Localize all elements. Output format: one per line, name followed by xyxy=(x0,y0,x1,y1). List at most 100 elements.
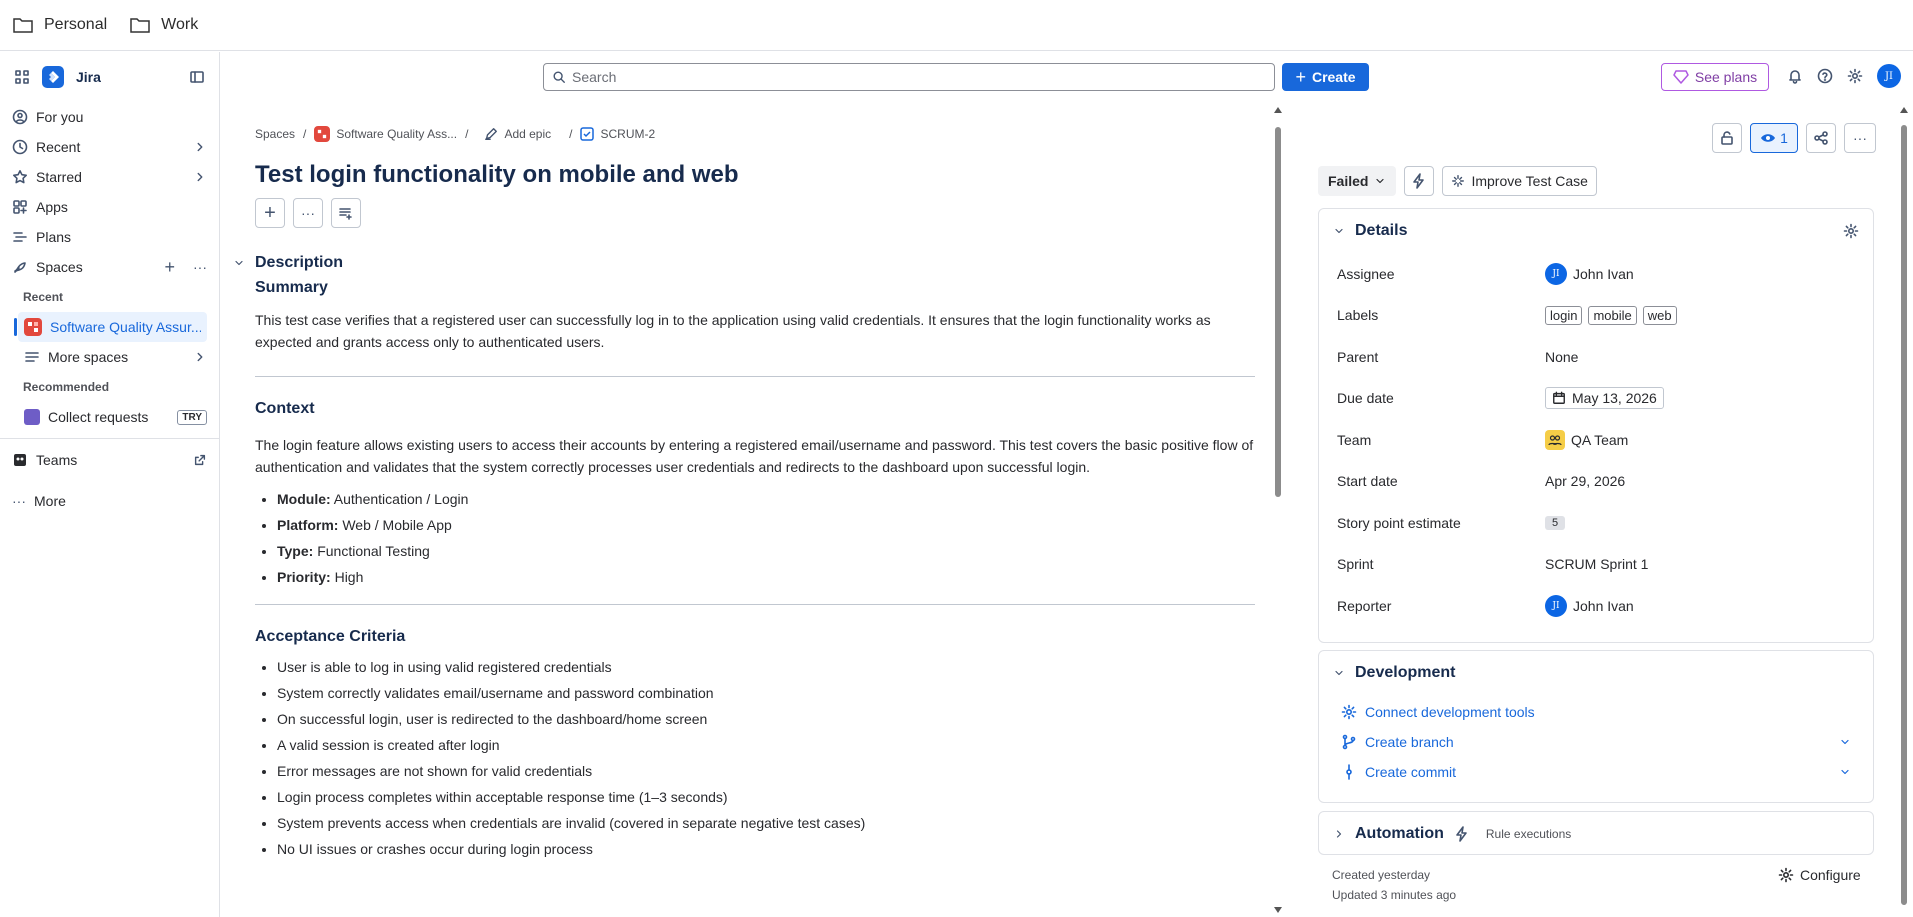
watch-button[interactable]: 1 xyxy=(1750,123,1798,153)
section-recommended: Recommended xyxy=(23,380,110,394)
field-labels[interactable]: Labels login mobile web xyxy=(1319,295,1873,337)
create-branch-label: Create branch xyxy=(1365,734,1454,750)
create-commit-link[interactable]: Create commit xyxy=(1319,757,1873,787)
chevron-down-icon[interactable] xyxy=(1839,736,1851,748)
list-item: On successful login, user is redirected … xyxy=(277,706,1255,732)
automation-trigger-button[interactable] xyxy=(1404,166,1435,196)
create-button[interactable]: + Create xyxy=(1282,63,1369,91)
more-icon: ··· xyxy=(301,205,315,221)
sidebar-item-label: Teams xyxy=(36,452,78,468)
label-chip[interactable]: mobile xyxy=(1588,305,1637,325)
more-actions-button[interactable]: ··· xyxy=(1844,123,1876,153)
sidebar-item-plans[interactable]: Plans xyxy=(0,222,219,252)
sidebar-item-apps[interactable]: Apps xyxy=(0,192,219,222)
bell-icon[interactable] xyxy=(1787,68,1803,84)
description-body[interactable]: Summary This test case verifies that a r… xyxy=(255,279,1255,862)
label-chip[interactable]: login xyxy=(1545,305,1583,325)
field-team[interactable]: Team QA Team xyxy=(1319,419,1873,461)
main-scrollbar[interactable] xyxy=(1272,103,1284,917)
folder-icon xyxy=(13,18,33,33)
chevron-down-icon[interactable] xyxy=(1839,766,1851,778)
create-branch-link[interactable]: Create branch xyxy=(1319,727,1873,757)
sidebar-item-more-spaces[interactable]: More spaces xyxy=(0,342,219,372)
sidebar-item-more[interactable]: ··· More xyxy=(0,486,219,516)
jira-logo-icon[interactable] xyxy=(42,66,64,88)
external-link-icon[interactable] xyxy=(193,453,207,467)
breadcrumb-add-epic[interactable]: Add epic xyxy=(484,127,551,141)
field-story-points[interactable]: Story point estimate 5 xyxy=(1319,502,1873,544)
lightning-icon xyxy=(1413,173,1425,189)
bookmark-personal[interactable]: Personal xyxy=(12,15,107,35)
settings-gear-icon xyxy=(1778,867,1794,883)
status-dropdown[interactable]: Failed xyxy=(1318,166,1397,196)
issue-title[interactable]: Test login functionality on mobile and w… xyxy=(255,161,739,189)
list-item: Type: Functional Testing xyxy=(277,538,1255,564)
story-points-value: 5 xyxy=(1545,515,1566,530)
more-actions-icon[interactable]: ··· xyxy=(193,259,207,275)
person-icon xyxy=(12,109,28,125)
try-badge: TRY xyxy=(177,409,207,425)
user-avatar[interactable]: JI xyxy=(1877,64,1901,88)
breadcrumb-issue-key[interactable]: SCRUM-2 xyxy=(580,127,655,141)
chevron-right-icon[interactable] xyxy=(193,140,207,154)
connect-dev-tools-link[interactable]: Connect development tools xyxy=(1319,697,1873,727)
list-item: A valid session is created after login xyxy=(277,732,1255,758)
automation-header[interactable]: Automation Rule executions xyxy=(1319,812,1873,856)
label-chip[interactable]: web xyxy=(1642,305,1677,325)
description-header[interactable]: Description xyxy=(233,254,343,272)
breadcrumb-project[interactable]: Software Quality Ass... xyxy=(314,126,457,142)
settings-gear-icon[interactable] xyxy=(1847,68,1863,84)
criteria-list: User is able to log in using valid regis… xyxy=(255,654,1255,862)
sidebar-item-teams[interactable]: Teams xyxy=(0,445,219,475)
field-label: Due date xyxy=(1337,390,1394,407)
collapse-sidebar-icon[interactable] xyxy=(189,69,205,85)
sprint-link[interactable]: SCRUM Sprint 1 xyxy=(1545,556,1648,572)
development-header[interactable]: Development xyxy=(1319,651,1873,695)
field-parent[interactable]: Parent None xyxy=(1319,336,1873,378)
sidebar-item-recent[interactable]: Recent xyxy=(0,132,219,162)
sidebar-item-spaces[interactable]: Spaces + ··· xyxy=(0,252,219,282)
sidebar-item-active-space[interactable]: Software Quality Assur... xyxy=(14,312,207,342)
more-icon: ··· xyxy=(1853,130,1867,146)
field-due-date[interactable]: Due date May 13, 2026 xyxy=(1319,378,1873,420)
details-header[interactable]: Details xyxy=(1319,209,1873,253)
due-date-chip[interactable]: May 13, 2026 xyxy=(1545,387,1664,410)
app-switcher-icon[interactable] xyxy=(14,69,30,85)
sidebar-item-for-you[interactable]: For you xyxy=(0,102,219,132)
improve-test-case-button[interactable]: Improve Test Case xyxy=(1442,166,1597,196)
search-input[interactable]: Search xyxy=(543,63,1275,91)
field-assignee[interactable]: Assignee JI John Ivan xyxy=(1319,253,1873,295)
add-space-icon[interactable]: + xyxy=(164,257,175,278)
share-icon xyxy=(1814,131,1828,145)
add-checklist-button[interactable] xyxy=(331,198,361,228)
field-reporter[interactable]: Reporter JI John Ivan xyxy=(1319,585,1873,627)
field-label: Story point estimate xyxy=(1337,514,1461,531)
sidebar-item-starred[interactable]: Starred xyxy=(0,162,219,192)
plus-icon: + xyxy=(264,201,276,224)
field-sprint[interactable]: Sprint SCRUM Sprint 1 xyxy=(1319,544,1873,586)
more-button[interactable]: ··· xyxy=(293,198,323,228)
lock-button[interactable] xyxy=(1712,123,1742,153)
sidebar-item-label: Plans xyxy=(36,229,72,245)
assignee-value: John Ivan xyxy=(1573,265,1634,282)
context-heading: Context xyxy=(255,400,315,417)
breadcrumb-spaces[interactable]: Spaces xyxy=(255,127,295,141)
field-start-date[interactable]: Start date Apr 29, 2026 xyxy=(1319,461,1873,503)
chevron-right-icon[interactable] xyxy=(193,350,207,364)
sidebar-header: Jira xyxy=(0,52,219,102)
add-button[interactable]: + xyxy=(255,198,285,228)
watch-count: 1 xyxy=(1780,130,1788,146)
help-icon[interactable] xyxy=(1817,68,1833,84)
bookmark-label: Work xyxy=(161,16,199,33)
bookmark-work[interactable]: Work xyxy=(129,15,198,35)
checklist-icon xyxy=(339,208,352,220)
share-button[interactable] xyxy=(1806,123,1836,153)
rule-executions-label[interactable]: Rule executions xyxy=(1486,827,1571,841)
panel-scrollbar[interactable] xyxy=(1898,103,1910,917)
chevron-right-icon[interactable] xyxy=(193,170,207,184)
see-plans-button[interactable]: See plans xyxy=(1661,63,1769,91)
sidebar-item-collect-requests[interactable]: Collect requests TRY xyxy=(0,402,219,432)
collect-requests-icon xyxy=(24,409,40,425)
settings-gear-icon[interactable] xyxy=(1843,223,1859,239)
configure-button[interactable]: Configure xyxy=(1778,867,1861,883)
